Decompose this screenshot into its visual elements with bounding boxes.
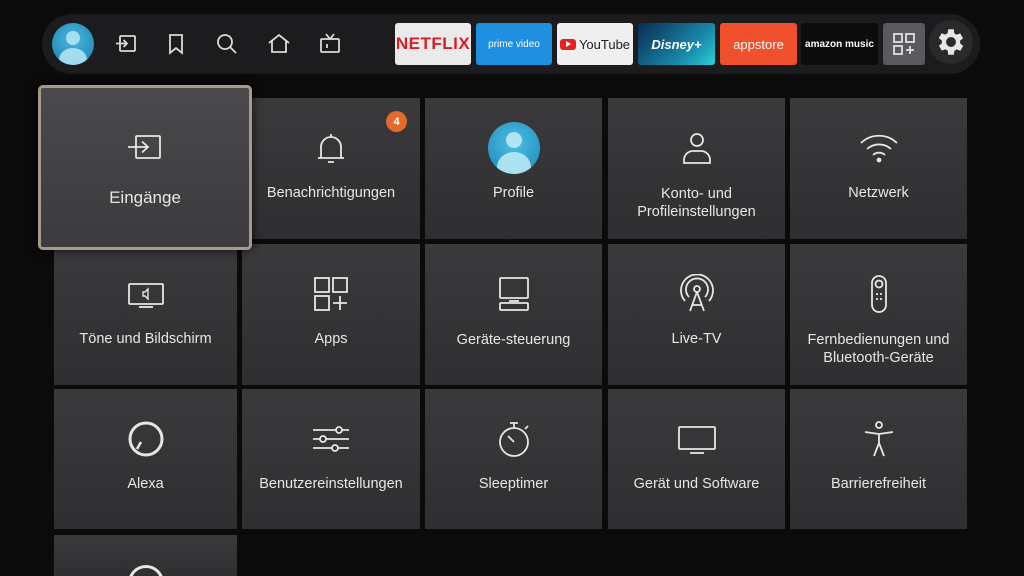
- stopwatch-icon: [494, 419, 534, 459]
- prime-video-app[interactable]: prime video: [476, 23, 552, 65]
- settings-tile-netzwerk[interactable]: Netzwerk: [790, 98, 967, 239]
- prime-video-logo-text: prime video: [488, 38, 540, 50]
- remote-icon: [859, 274, 899, 314]
- appstore-app[interactable]: appstore: [720, 23, 797, 65]
- settings-tile-geraetesteuerung[interactable]: Geräte-steuerung: [425, 244, 602, 385]
- amazon-music-logo-text: amazon music: [805, 38, 874, 50]
- tile-label: Gerät und Software: [633, 476, 760, 492]
- youtube-logo-text: YouTube: [578, 36, 631, 52]
- settings-tile-live-tv[interactable]: Live-TV: [608, 244, 785, 385]
- tile-label: Live-TV: [671, 331, 722, 347]
- disney-plus-app[interactable]: Disney+: [638, 23, 715, 65]
- user-avatar[interactable]: [52, 23, 94, 65]
- settings-tile-konto[interactable]: Konto- und Profileinstellungen: [608, 98, 785, 239]
- device-control-icon: [494, 274, 534, 314]
- netflix-app[interactable]: NETFLIX: [395, 23, 471, 65]
- apps-grid-icon: [893, 33, 915, 55]
- tile-label: Benutzereinstellungen: [259, 476, 403, 492]
- gear-icon: [938, 29, 964, 55]
- tile-label: Profile: [492, 185, 535, 201]
- settings-tile-benutzereinstellungen[interactable]: Benutzereinstellungen: [242, 389, 420, 529]
- settings-tile-alexa[interactable]: Alexa: [54, 389, 237, 529]
- tile-label: Konto- und Profileinstellungen: [637, 186, 756, 220]
- tile-label: Sleeptimer: [478, 476, 549, 492]
- person-icon: [677, 128, 717, 168]
- settings-button[interactable]: [929, 20, 973, 64]
- tile-label: Apps: [314, 331, 348, 347]
- settings-tile-toene-bildschirm[interactable]: Töne und Bildschirm: [54, 244, 237, 385]
- tile-label: Netzwerk: [848, 185, 909, 201]
- bell-icon: [311, 128, 351, 168]
- amazon-music-app[interactable]: amazon music: [801, 23, 878, 65]
- tile-label: Töne und Bildschirm: [79, 331, 212, 347]
- youtube-play-icon: [559, 38, 576, 50]
- tile-label: Eingänge: [109, 188, 181, 207]
- settings-tile-profile[interactable]: Profile: [425, 98, 602, 239]
- tile-label: Geräte-steuerung: [456, 332, 571, 348]
- antenna-icon: [677, 273, 717, 314]
- netflix-logo-text: NETFLIX: [395, 34, 471, 53]
- search-icon[interactable]: [214, 31, 240, 57]
- settings-tile-partial[interactable]: [54, 535, 237, 576]
- all-apps-button[interactable]: [883, 23, 925, 65]
- apps-grid-icon: [311, 274, 351, 314]
- profile-avatar: [487, 122, 540, 174]
- settings-tile-fernbedienungen[interactable]: Fernbedienungen und Bluetooth-Geräte: [790, 244, 967, 385]
- disney-plus-logo-text: Disney+: [651, 36, 702, 52]
- wifi-icon: [859, 128, 899, 168]
- settings-tile-barrierefreiheit[interactable]: Barrierefreiheit: [790, 389, 967, 529]
- notification-badge: 4: [386, 111, 407, 132]
- alexa-icon: [126, 419, 166, 459]
- settings-tile-geraet-software[interactable]: Gerät und Software: [608, 389, 785, 529]
- youtube-app[interactable]: YouTube: [557, 23, 633, 65]
- tile-label: Alexa: [127, 476, 164, 492]
- sliders-icon: [311, 419, 351, 459]
- settings-tile-sleeptimer[interactable]: Sleeptimer: [425, 389, 602, 529]
- tv-icon: [677, 419, 717, 459]
- settings-tile-apps[interactable]: Apps: [242, 244, 420, 385]
- input-icon[interactable]: [114, 31, 140, 57]
- home-icon[interactable]: [266, 31, 292, 57]
- live-tv-icon[interactable]: [317, 31, 343, 57]
- accessibility-icon: [859, 419, 899, 459]
- tile-label: Benachrichtigungen: [266, 185, 396, 201]
- settings-tile-eingaenge[interactable]: Eingänge: [38, 85, 252, 250]
- tile-label: Barrierefreiheit: [830, 476, 927, 492]
- partial-tile-icon: [127, 565, 164, 576]
- display-sound-icon: [126, 274, 166, 314]
- bookmark-icon[interactable]: [163, 31, 189, 57]
- tile-label: Fernbedienungen und Bluetooth-Geräte: [807, 332, 950, 366]
- input-icon: [125, 128, 165, 168]
- appstore-logo-text: appstore: [733, 36, 784, 52]
